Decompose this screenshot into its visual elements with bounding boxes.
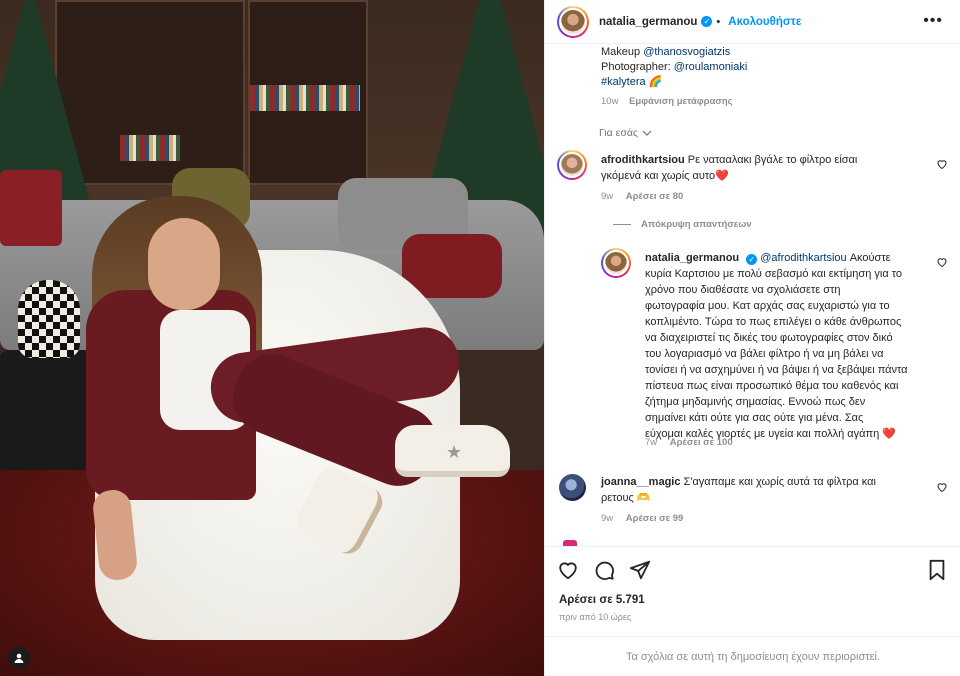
heart-emoji: ❤️ xyxy=(882,428,896,440)
share-icon[interactable] xyxy=(629,559,651,584)
photographer-mention-link[interactable]: @roulamoniaki xyxy=(674,61,748,73)
post-header: natalia_germanou ✓ • Ακολουθήστε ••• xyxy=(545,0,960,44)
hashtag-link[interactable]: #kalytera xyxy=(601,76,646,88)
star-cushion xyxy=(0,170,62,246)
reply-meta: 7w Αρέσει σε 100 xyxy=(645,437,733,448)
comment-meta: 9w Αρέσει σε 99 xyxy=(601,513,684,524)
comment-likes-link[interactable]: Αρέσει σε 99 xyxy=(626,513,684,524)
commenter-avatar[interactable] xyxy=(557,150,587,180)
books xyxy=(120,135,180,161)
like-comment-heart-icon[interactable] xyxy=(936,158,948,170)
like-heart-icon[interactable] xyxy=(557,559,579,584)
comment-username[interactable]: afrodithkartsiou xyxy=(601,154,685,166)
save-bookmark-icon[interactable] xyxy=(927,559,947,584)
comment-item: afrodithkartsiou Ρε νατααλακι βγάλε το φ… xyxy=(601,154,858,182)
caption-makeup-line: Makeup @thanosvogiatzis xyxy=(601,46,731,58)
follow-button[interactable]: Ακολουθήστε xyxy=(728,16,801,28)
heart-emoji: ❤️ xyxy=(715,170,729,182)
comment-icon[interactable] xyxy=(593,559,615,584)
tagged-user-icon[interactable] xyxy=(8,647,30,669)
verified-badge-icon: ✓ xyxy=(746,254,758,265)
chevron-down-icon xyxy=(642,130,652,136)
action-icons xyxy=(557,559,651,584)
hide-replies-button[interactable]: Απόκρυψη απαντήσεων xyxy=(613,219,752,230)
rainbow-emoji: 🌈 xyxy=(648,76,663,88)
author-avatar[interactable] xyxy=(557,5,589,38)
checkered-jar xyxy=(18,280,80,358)
post-time: πριν από 10 ώρες xyxy=(559,612,632,622)
star-icon: ★ xyxy=(446,442,463,462)
reply-mention-link[interactable]: @afrodithkartsiou xyxy=(760,252,846,264)
reply-likes-link[interactable]: Αρέσει σε 100 xyxy=(670,437,733,448)
author-username[interactable]: natalia_germanou xyxy=(599,16,697,28)
like-comment-heart-icon[interactable] xyxy=(936,481,948,493)
caption-age: 10w xyxy=(601,96,619,107)
comment-likes-link[interactable]: Αρέσει σε 80 xyxy=(626,191,684,202)
like-reply-heart-icon[interactable] xyxy=(936,256,948,268)
post-photo[interactable]: ★ xyxy=(0,0,544,676)
more-options-icon[interactable]: ••• xyxy=(923,12,943,30)
for-you-filter[interactable]: Για εσάς xyxy=(599,127,652,139)
books xyxy=(250,85,360,111)
side-table xyxy=(0,350,90,490)
likes-count[interactable]: Αρέσει σε 5.791 xyxy=(559,594,645,606)
reply-item: natalia_germanou ✓ @afrodithkartsiou Ακο… xyxy=(645,252,908,440)
comment-item: joanna__magic Σ'αγαπαμε και χωρίς αυτά τ… xyxy=(601,476,876,504)
reply-username[interactable]: natalia_germanou xyxy=(645,252,739,264)
caption-hashtag-line: #kalytera 🌈 xyxy=(601,74,662,90)
see-translation-button[interactable]: Εμφάνιση μετάφρασης xyxy=(629,96,733,107)
divider xyxy=(613,224,631,225)
verified-badge-icon: ✓ xyxy=(701,16,713,27)
makeup-mention-link[interactable]: @thanosvogiatzis xyxy=(643,46,730,58)
comment-meta: 9w Αρέσει σε 80 xyxy=(601,191,684,202)
reply-avatar[interactable] xyxy=(601,248,631,278)
post-side-panel: natalia_germanou ✓ • Ακολουθήστε ••• Mak… xyxy=(544,0,960,676)
caption-photographer-line: Photographer: @roulamoniaki xyxy=(601,61,748,73)
caption-meta: 10w Εμφάνιση μετάφρασης xyxy=(601,96,733,107)
face xyxy=(148,218,220,310)
comments-restricted-notice: Τα σχόλια σε αυτή τη δημοσίευση έχουν πε… xyxy=(545,636,960,676)
commenter-avatar[interactable] xyxy=(559,474,586,501)
comments-scroll-area[interactable]: Makeup @thanosvogiatzis Photographer: @r… xyxy=(545,44,960,546)
comment-username[interactable]: joanna__magic xyxy=(601,476,680,488)
instagram-post-view: ★ natalia_germanou ✓ • Ακολουθήστε ••• M… xyxy=(0,0,960,676)
